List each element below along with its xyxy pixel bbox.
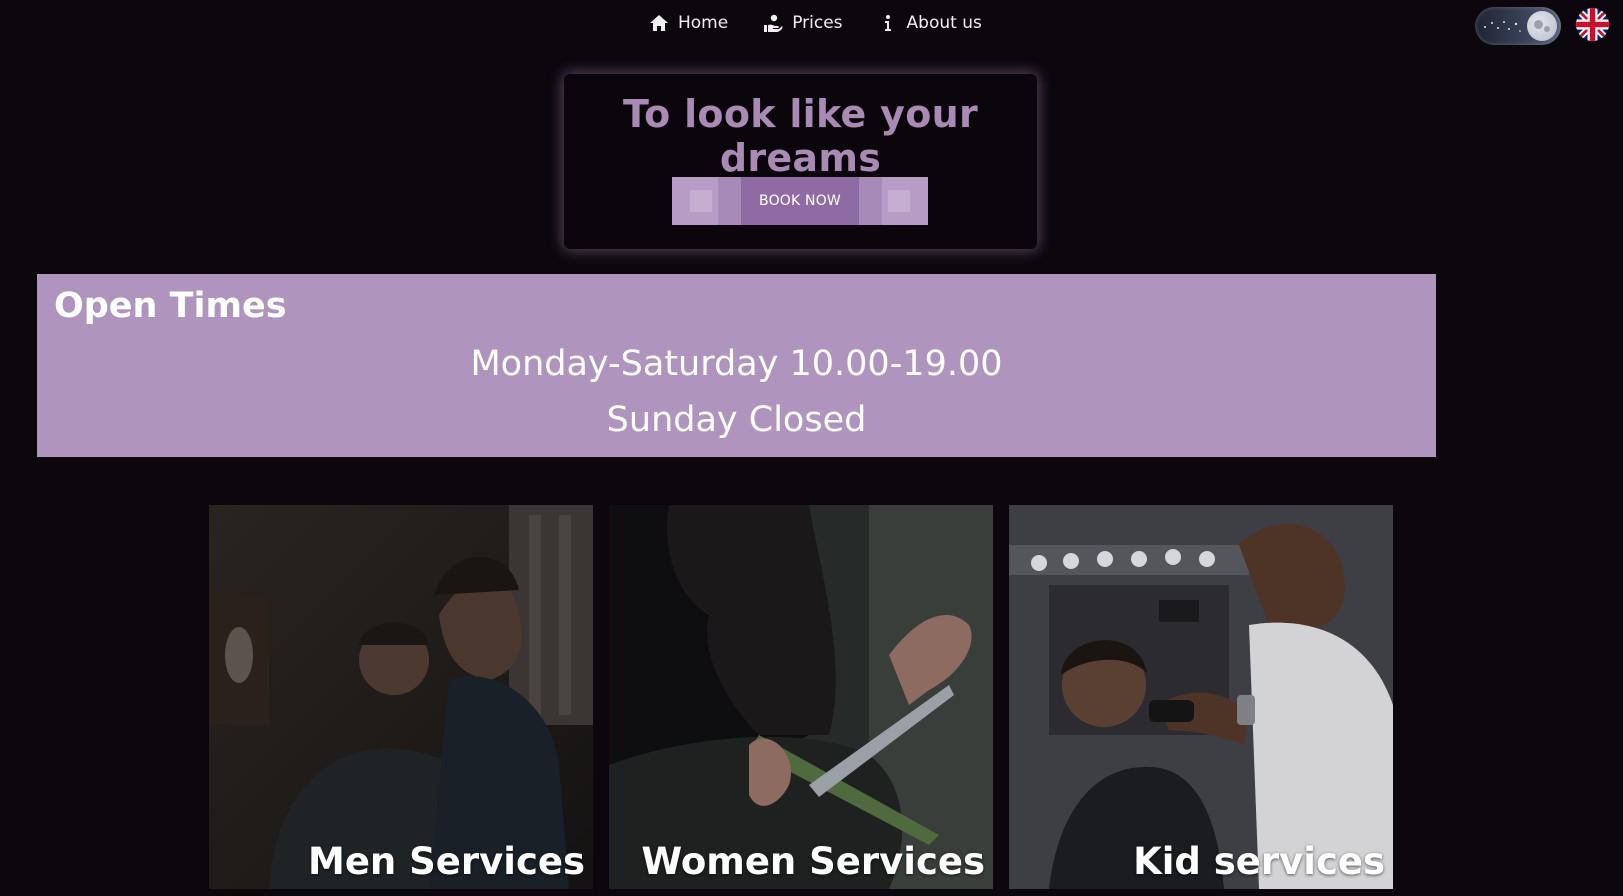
service-card-kids[interactable]: Kid services (1009, 505, 1393, 889)
top-navigation: Home Prices About us (0, 0, 1623, 50)
info-icon (877, 12, 899, 34)
service-card-label: Women Services (641, 840, 985, 883)
nav-item-label: Prices (792, 13, 843, 33)
stars-icon (1484, 21, 1521, 32)
theme-toggle[interactable] (1475, 7, 1561, 45)
open-times-weekdays: Monday-Saturday 10.00-19.00 (470, 344, 1003, 384)
nav-item-label: Home (678, 13, 729, 33)
service-card-women[interactable]: Women Services (609, 505, 993, 889)
men-services-image (209, 505, 593, 889)
book-now-button[interactable]: BOOK NOW (672, 177, 928, 225)
kid-services-image (1009, 505, 1393, 889)
nav-item-prices[interactable]: Prices (762, 12, 843, 34)
moon-icon (1527, 11, 1557, 41)
open-times-sunday: Sunday Closed (606, 400, 867, 440)
open-times-panel: Open Times Monday-Saturday 10.00-19.00 S… (37, 274, 1436, 457)
hand-coin-icon (762, 12, 784, 34)
service-card-label: Men Services (308, 840, 585, 883)
services-grid: Men Services Women Services Kid services (209, 505, 1394, 889)
open-times-title: Open Times (54, 286, 287, 326)
home-icon (648, 12, 670, 34)
nav-item-about[interactable]: About us (877, 12, 982, 34)
uk-flag-icon[interactable] (1576, 8, 1609, 41)
nav-links: Home Prices About us (648, 12, 1016, 34)
hero-title: To look like your dreams (622, 92, 979, 180)
service-card-label: Kid services (1133, 840, 1385, 883)
hero-card: To look like your dreams BOOK NOW (564, 74, 1037, 249)
nav-item-label: About us (906, 13, 982, 33)
nav-item-home[interactable]: Home (648, 12, 728, 34)
button-decoration (888, 190, 910, 212)
button-decoration (690, 190, 712, 212)
women-services-image (609, 505, 993, 889)
service-card-men[interactable]: Men Services (209, 505, 593, 889)
book-now-label: BOOK NOW (759, 193, 841, 209)
